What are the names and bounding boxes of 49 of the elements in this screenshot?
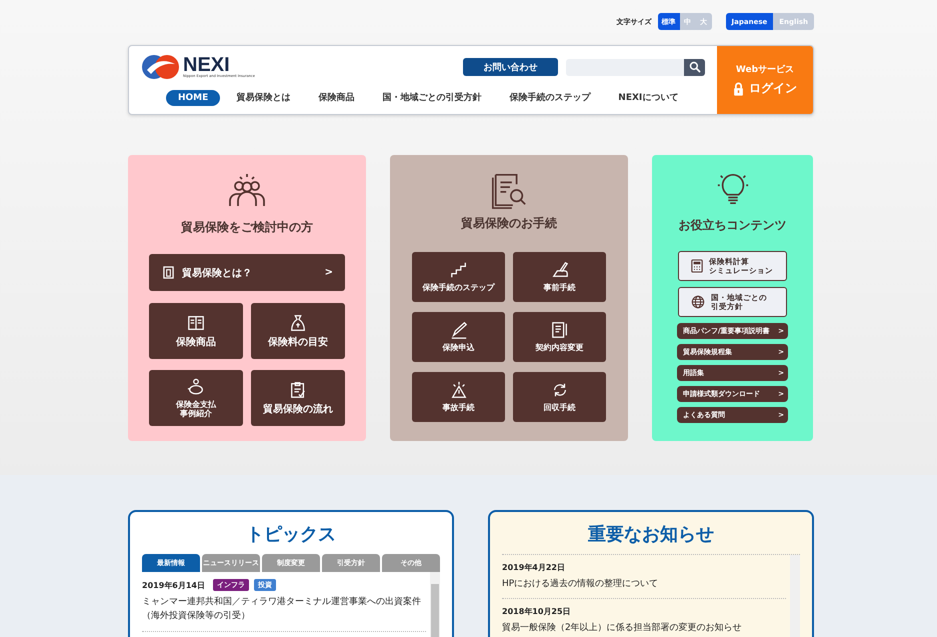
menu-tile[interactable]: 契約内容変更 [513, 312, 606, 362]
scrollbar[interactable] [790, 555, 800, 637]
menu-tile[interactable]: 回収手続 [513, 372, 606, 422]
nav-link[interactable]: 保険手続のステップ [497, 88, 602, 107]
notice-link[interactable]: 貿易一般保険（2年以上）に係る担当部署の変更のお知らせ [502, 621, 786, 636]
hand-pen-icon [550, 261, 568, 280]
menu-tile[interactable]: 事故手続 [412, 372, 505, 422]
news-link[interactable]: ミャンマー連邦共和国／ティラワ港ターミナル運営事業への出資案件（海外投資保険等の引受） [142, 595, 426, 624]
card-title: 貿易保険のお手続 [461, 215, 557, 232]
pen-icon [450, 321, 468, 340]
notebook-icon [550, 321, 568, 340]
menu-tile[interactable]: 保険手続のステップ [412, 252, 505, 302]
menu-tile[interactable]: 保険金支払 事例紹介 [149, 370, 243, 426]
notice-date: 2019年4月22日 [502, 562, 565, 573]
logo-icon [141, 52, 181, 82]
warning-icon [450, 381, 468, 400]
document-icon [163, 266, 174, 279]
people-group-icon [227, 171, 267, 209]
nav-link[interactable]: NEXIについて [606, 88, 690, 107]
stairs-icon [450, 261, 468, 280]
notice-link[interactable]: HPにおける過去の情報の整理について [502, 577, 786, 592]
panel-title: 重要なお知らせ [587, 523, 715, 546]
search-icon [688, 61, 700, 73]
menu-tile[interactable]: 保険申込 [412, 312, 505, 362]
panel-title: トピックス [245, 523, 337, 546]
menu-tile[interactable]: 保険商品 [149, 303, 243, 359]
nav-link[interactable]: 貿易保険とは [224, 88, 302, 107]
search-field[interactable] [566, 58, 684, 76]
menu-tile[interactable]: 貿易保険の流れ [251, 370, 345, 426]
nav-link[interactable]: HOME [166, 90, 220, 106]
contact-button[interactable]: お問い合わせ [463, 58, 558, 76]
search-button[interactable] [684, 58, 705, 76]
book-icon [187, 314, 205, 332]
news-date: 2019年6月14日 [142, 580, 205, 590]
light-bulb-icon [716, 171, 750, 207]
globe-icon [691, 295, 705, 309]
featured-button[interactable]: 貿易保険とは？ > [149, 254, 345, 291]
notice-date: 2018年10月25日 [502, 606, 571, 618]
card-title: 貿易保険をご検討中の方 [181, 219, 313, 236]
card-title: お役立ちコンテンツ [678, 217, 786, 234]
money-bag-icon [289, 314, 307, 332]
clipboard-icon [289, 381, 307, 399]
logo-wordmark: NEXI [183, 56, 230, 74]
lock-icon [733, 82, 744, 96]
menu-tile[interactable]: 事前手続 [513, 252, 606, 302]
nav-link[interactable]: 国・地域ごとの引受方針 [370, 88, 494, 107]
nav-link[interactable]: 保険商品 [306, 88, 366, 107]
menu-tile[interactable]: 保険料の目安 [251, 303, 345, 359]
calculator-icon [691, 259, 703, 273]
